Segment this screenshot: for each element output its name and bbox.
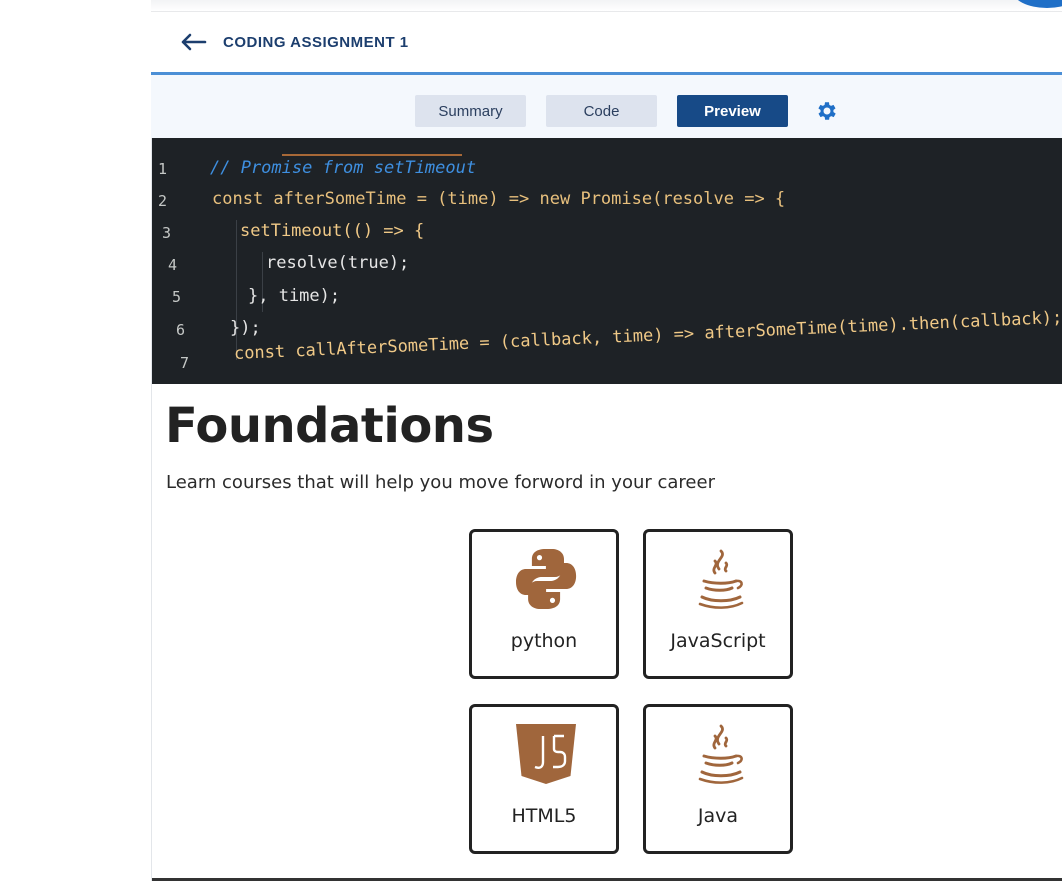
code-line: const afterSomeTime = (time) => new Prom…: [212, 189, 786, 209]
top-bar-shadow: [151, 0, 1062, 12]
course-content: Foundations Learn courses that will help…: [152, 384, 1062, 881]
assignment-title: CODING ASSIGNMENT 1: [223, 33, 409, 51]
code-line: resolve(true);: [266, 253, 410, 273]
arrow-left-icon: [181, 33, 207, 51]
course-card-label: Java: [697, 805, 739, 827]
code-line: setTimeout(() => {: [240, 221, 425, 241]
line-number: 4: [168, 256, 178, 274]
tab-code[interactable]: Code: [546, 95, 657, 127]
java-cup-icon: [698, 549, 744, 609]
course-card-javascript[interactable]: JavaScript: [643, 529, 793, 679]
gear-icon[interactable]: [815, 99, 839, 123]
code-line: const callAfterSomeTime = (callback, tim…: [233, 307, 1062, 364]
course-card-java[interactable]: Java: [643, 704, 793, 854]
course-card-html5[interactable]: HTML5: [469, 704, 619, 854]
preview-pane: 1 // Promise from setTimeout 2 const aft…: [151, 138, 1062, 881]
line-number: 3: [162, 224, 172, 242]
tab-summary[interactable]: Summary: [415, 95, 526, 127]
hero-highlight: [282, 138, 462, 156]
page-subheading: Learn courses that will help you move fo…: [166, 472, 715, 493]
view-tabs: Summary Code Preview: [151, 75, 1062, 138]
course-card-label: python: [510, 630, 578, 652]
js-shield-icon: [516, 724, 576, 784]
app-window: CODING ASSIGNMENT 1 Summary Code Preview…: [151, 0, 1062, 881]
code-line: // Promise from setTimeout: [210, 158, 477, 178]
java-cup-icon: [698, 724, 744, 784]
code-line: });: [230, 318, 261, 338]
line-number: 5: [172, 288, 182, 306]
code-line: }, time);: [248, 286, 341, 306]
python-icon: [516, 549, 577, 609]
indent-guide: [236, 220, 237, 360]
hero-code-banner: 1 // Promise from setTimeout 2 const aft…: [152, 138, 1062, 384]
course-card-label: HTML5: [511, 805, 577, 827]
course-card-label: JavaScript: [670, 630, 766, 652]
line-number: 7: [180, 354, 190, 372]
back-button[interactable]: [179, 27, 209, 57]
line-number: 2: [158, 192, 168, 210]
line-number: 6: [176, 321, 186, 339]
assignment-header: CODING ASSIGNMENT 1: [151, 12, 1062, 72]
line-number: 1: [158, 160, 168, 178]
course-card-python[interactable]: python: [469, 529, 619, 679]
tab-preview[interactable]: Preview: [677, 95, 788, 127]
page-heading: Foundations: [165, 398, 494, 454]
